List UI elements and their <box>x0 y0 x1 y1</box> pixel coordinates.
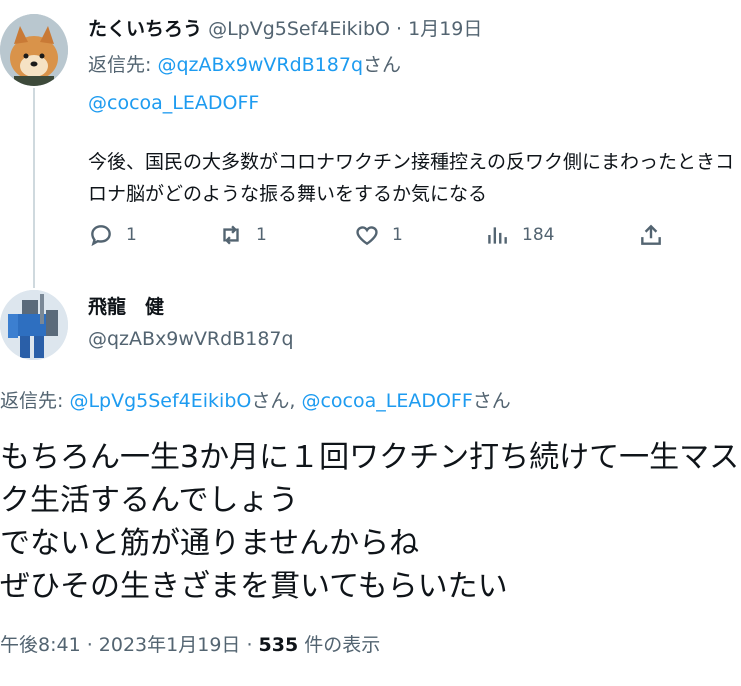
reply-to-link[interactable]: @LpVg5Sef4EikibO <box>69 390 251 412</box>
parent-tweet-header: たくいちろう @LpVg5Sef4EikibO · 1月19日 <box>88 16 482 42</box>
retweet-count: 1 <box>256 225 267 245</box>
reply-to-link[interactable]: @cocoa_LEADOFF <box>301 390 472 412</box>
tweet-metadata: 午後8:41 · 2023年1月19日 · 535 件の表示 <box>0 632 380 658</box>
separator-dot: · <box>396 18 403 40</box>
views-button[interactable]: 184 <box>484 222 554 248</box>
reply-label: 返信先: <box>0 390 70 412</box>
analytics-icon <box>488 227 507 244</box>
retweet-icon <box>223 225 239 245</box>
view-count: 535 <box>258 634 299 656</box>
reply-suffix: さん <box>363 54 402 76</box>
tweet-date[interactable]: 1月19日 <box>408 18 482 40</box>
reply-label: 返信先: <box>88 54 158 76</box>
user-handle[interactable]: @qzABx9wVRdB187q <box>88 326 294 352</box>
like-count: 1 <box>392 225 403 245</box>
tweet-actions: 1 1 1 184 <box>88 222 688 256</box>
avatar[interactable] <box>0 290 68 360</box>
reply-suffix: さん <box>472 390 511 412</box>
thread-connector-line <box>33 88 35 288</box>
retweet-button[interactable]: 1 <box>218 222 267 248</box>
display-name[interactable]: たくいちろう <box>88 18 202 40</box>
share-icon <box>641 224 661 245</box>
share-button[interactable] <box>638 222 664 248</box>
mention-link[interactable]: @cocoa_LEADOFF <box>88 90 259 116</box>
like-button[interactable]: 1 <box>354 222 403 248</box>
robot-figure-avatar-icon <box>0 290 68 360</box>
view-label: 件の表示 <box>298 634 381 656</box>
reply-icon <box>91 225 111 247</box>
reply-suffix: さん, <box>251 390 302 412</box>
reply-button[interactable]: 1 <box>88 222 137 248</box>
user-handle[interactable]: @LpVg5Sef4EikibO <box>208 18 390 40</box>
avatar[interactable] <box>0 14 68 86</box>
tweet-text: 今後、国民の大多数がコロナワクチン接種控えの反ワク側にまわったときコロナ脳がどの… <box>88 151 735 205</box>
shiba-dog-avatar-icon <box>0 14 68 86</box>
reply-to-line: 返信先: @qzABx9wVRdB187qさん <box>88 52 401 78</box>
more-options-icon[interactable]: ⋮ <box>735 296 741 312</box>
view-count: 184 <box>522 225 555 245</box>
tweet-text: もちろん一生3か月に１回ワクチン打ち続けて一生マスク生活するんでしょう でないと… <box>0 440 740 604</box>
display-name[interactable]: 飛龍 健 <box>88 294 164 320</box>
more-options-icon[interactable]: ⋮ <box>735 30 741 46</box>
reply-count: 1 <box>126 225 137 245</box>
heart-icon <box>356 226 378 246</box>
tweet-timestamp[interactable]: 午後8:41 · 2023年1月19日 · <box>0 634 259 656</box>
reply-to-link[interactable]: @qzABx9wVRdB187q <box>157 54 363 76</box>
reply-to-line: 返信先: @LpVg5Sef4EikibOさん, @cocoa_LEADOFFさ… <box>0 388 511 414</box>
